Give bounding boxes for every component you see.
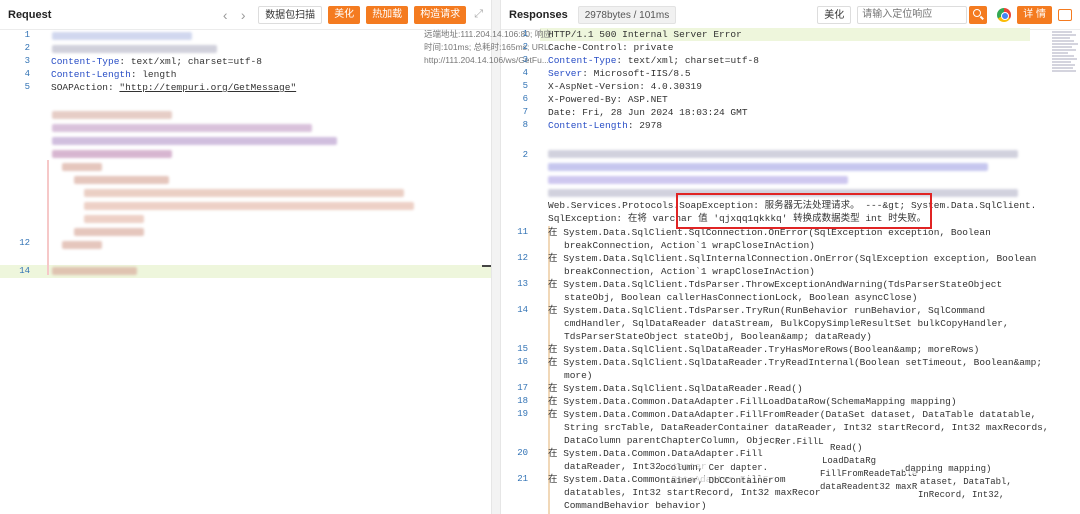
expand-icon[interactable]: ⤢ — [474, 8, 483, 21]
stack-line: breakConnection, Action`1 wrapCloseInAct… — [564, 266, 815, 277]
stack-line: 15 在 System.Data.SqlClient.SqlDataReader… — [517, 344, 980, 355]
minimap[interactable] — [1052, 31, 1078, 81]
search-input[interactable] — [857, 5, 968, 24]
header-line: 7 Date: Fri, 28 Jun 2024 18:03:24 GMT — [522, 107, 748, 118]
overlap-text: Rer.FillL — [775, 437, 824, 447]
stack-line: cmdHandler, SqlDataReader dataStream, Bu… — [564, 318, 1009, 329]
browser-icon[interactable] — [997, 7, 1012, 22]
overlap-text: dataReadent32 maxR — [820, 482, 918, 492]
search-icon[interactable] — [969, 5, 988, 24]
build-request-button[interactable]: 构造请求 — [414, 5, 467, 24]
overlap-text: ataset, DataTabl, — [920, 477, 1012, 487]
stack-line: String srcTable, DataReaderContainer dat… — [564, 422, 1049, 433]
stack-line: CommandBehavior behavior) — [564, 500, 707, 511]
overlap-text: LoadDataRg — [822, 456, 877, 466]
beautify-button[interactable]: 美化 — [328, 5, 361, 24]
overlap-text: FillFromReadeTable — [820, 469, 918, 479]
stack-line: 20 在 System.Data.Common.DataAdapter.Fill — [517, 448, 763, 459]
request-toolbar: Request ‹ › 数据包扫描 美化 热加载 构造请求 ⤢ — [0, 0, 491, 30]
header-line: 1 HTTP/1.1 500 Internal Server Error — [522, 29, 742, 40]
stack-line: 17 在 System.Data.SqlClient.SqlDataReader… — [517, 383, 803, 394]
detail-button[interactable]: 详 情 — [1017, 5, 1052, 24]
stack-line: breakConnection, Action`1 wrapCloseInAct… — [564, 240, 815, 251]
stack-line: stateObj, Boolean callerHasConnectionLoc… — [564, 292, 918, 303]
stack-line: 19 在 System.Data.Common.DataAdapter.Fill… — [517, 409, 1037, 420]
stack-line: 18 在 System.Data.Common.DataAdapter.Fill… — [517, 396, 957, 407]
header-line: 2 Cache-Control: private — [522, 42, 674, 53]
beautify-button[interactable]: 美化 — [817, 5, 852, 24]
code-line: 1 — [0, 29, 491, 42]
code-line: 3 Content-Type: text/xml; charset=utf-8 — [24, 56, 262, 67]
stack-line: 12 在 System.Data.SqlClient.SqlInternalCo… — [517, 253, 1037, 264]
stack-line: TdsParserStateObject stateObj, Boolean&a… — [564, 331, 872, 342]
response-title: Responses — [509, 8, 568, 21]
chevron-right-icon[interactable]: › — [234, 8, 252, 22]
comment-icon[interactable] — [1058, 8, 1072, 21]
overlap-text: ntainer, DbCContainer — [660, 476, 774, 486]
code-line: 4 Content-Length: length — [24, 69, 177, 80]
response-size-badge: 2978bytes / 101ms — [577, 5, 677, 24]
pane-divider[interactable] — [492, 0, 500, 514]
highlight-box — [676, 193, 932, 229]
fold-guide — [47, 160, 49, 275]
stack-line: more) — [564, 370, 593, 381]
header-line: 3 Content-Type: text/xml; charset=utf-8 — [522, 55, 759, 66]
chevron-left-icon[interactable]: ‹ — [216, 8, 234, 22]
code-line: 12 — [19, 238, 30, 248]
header-line: 8 Content-Length: 2978 — [522, 120, 663, 131]
stack-line: DataColumn parentChapterColumn, Object — [564, 435, 781, 446]
code-line: 2 — [0, 42, 491, 55]
hot-reload-button[interactable]: 热加载 — [366, 5, 409, 24]
overlap-text: ocolumn, Cer dapter. — [660, 463, 769, 473]
overlap-text: dapping mapping) — [905, 464, 992, 474]
header-line: 6 X-Powered-By: ASP.NET — [522, 94, 668, 105]
packet-scan-button[interactable]: 数据包扫描 — [258, 5, 323, 24]
header-line: 4 Server: Microsoft-IIS/8.5 — [522, 68, 691, 79]
overlap-text: Read() — [830, 443, 863, 453]
stack-line: 16 在 System.Data.SqlClient.SqlDataReader… — [517, 357, 1043, 368]
overlap-text: InRecord, Int32, — [918, 490, 1005, 500]
header-line: 5 X-AspNet-Version: 4.0.30319 — [522, 81, 702, 92]
stack-line: 13 在 System.Data.SqlClient.TdsParser.Thr… — [517, 279, 1003, 290]
code-line: 14 — [19, 266, 30, 276]
request-pane: Request ‹ › 数据包扫描 美化 热加载 构造请求 ⤢ 1 2 3 Co… — [0, 0, 492, 514]
code-line: 5 SOAPAction: "http://tempuri.org/GetMes… — [24, 82, 297, 93]
stack-line: 14 在 System.Data.SqlClient.TdsParser.Try… — [517, 305, 986, 316]
request-title: Request — [8, 8, 52, 21]
response-toolbar: Responses 2978bytes / 101ms 美化 详 情 — [501, 0, 1080, 30]
request-editor[interactable]: 1 2 3 Content-Type: text/xml; charset=ut… — [0, 29, 491, 514]
